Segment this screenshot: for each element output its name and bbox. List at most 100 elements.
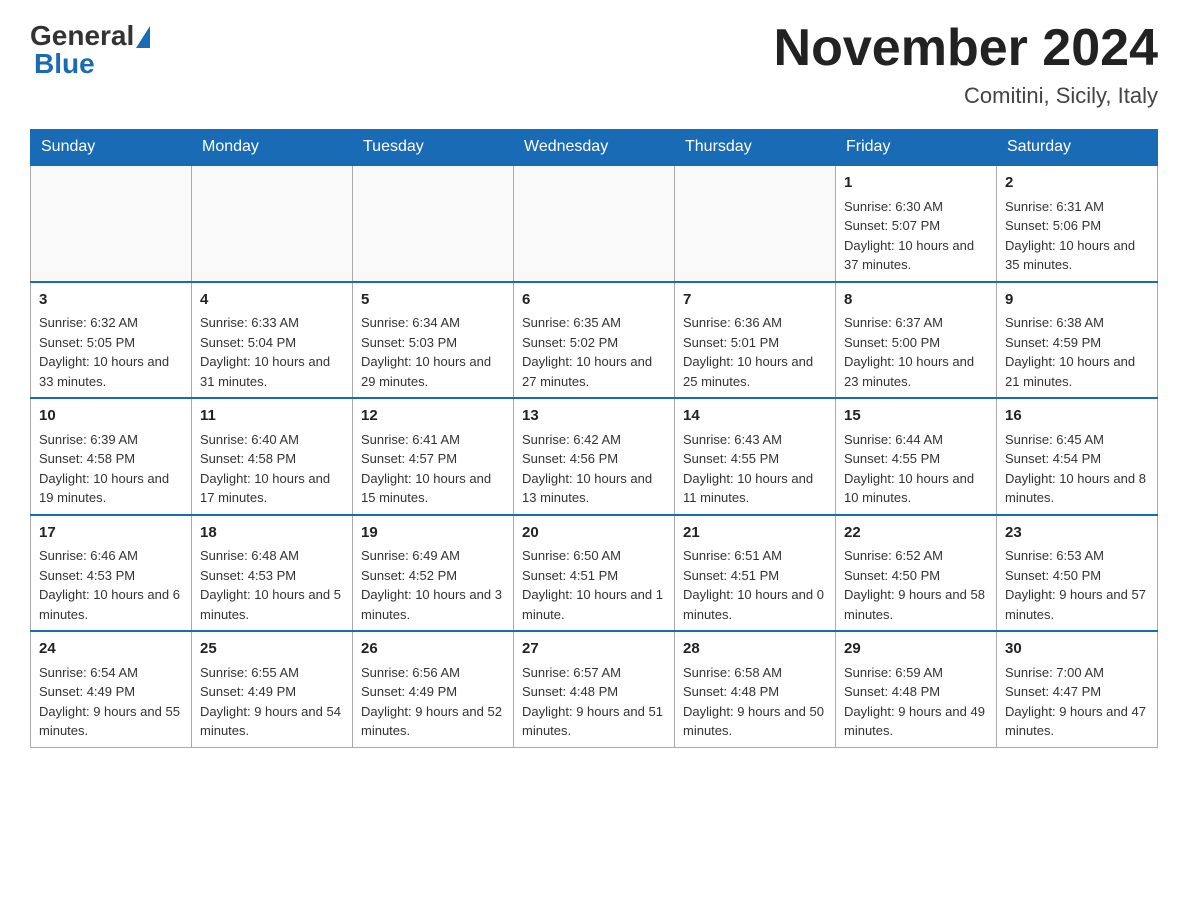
day-info-line: Sunrise: 6:50 AM: [522, 546, 666, 566]
calendar-day-cell: 12Sunrise: 6:41 AMSunset: 4:57 PMDayligh…: [353, 398, 514, 515]
day-number: 1: [844, 172, 988, 195]
day-info-line: Daylight: 9 hours and 55 minutes.: [39, 702, 183, 741]
weekday-header-tuesday: Tuesday: [353, 130, 514, 166]
day-number: 13: [522, 405, 666, 428]
calendar-header-row: SundayMondayTuesdayWednesdayThursdayFrid…: [31, 130, 1158, 166]
calendar-week-row: 10Sunrise: 6:39 AMSunset: 4:58 PMDayligh…: [31, 398, 1158, 515]
day-info-line: Sunrise: 6:55 AM: [200, 663, 344, 683]
day-number: 12: [361, 405, 505, 428]
day-number: 2: [1005, 172, 1149, 195]
calendar-day-cell: 26Sunrise: 6:56 AMSunset: 4:49 PMDayligh…: [353, 631, 514, 747]
day-info-line: Sunrise: 6:32 AM: [39, 313, 183, 333]
day-info-line: Sunset: 4:58 PM: [39, 449, 183, 469]
day-info-line: Sunrise: 6:40 AM: [200, 430, 344, 450]
weekday-header-wednesday: Wednesday: [514, 130, 675, 166]
day-number: 22: [844, 522, 988, 545]
day-info-line: Daylight: 10 hours and 15 minutes.: [361, 469, 505, 508]
calendar-day-cell: 20Sunrise: 6:50 AMSunset: 4:51 PMDayligh…: [514, 515, 675, 632]
day-info-line: Sunset: 4:48 PM: [522, 682, 666, 702]
calendar-day-cell: [514, 165, 675, 282]
day-number: 3: [39, 289, 183, 312]
day-info-line: Sunrise: 6:59 AM: [844, 663, 988, 683]
day-number: 11: [200, 405, 344, 428]
day-info-line: Sunrise: 6:37 AM: [844, 313, 988, 333]
page-header: General Blue November 2024 Comitini, Sic…: [30, 20, 1158, 109]
day-info-line: Daylight: 10 hours and 8 minutes.: [1005, 469, 1149, 508]
weekday-header-sunday: Sunday: [31, 130, 192, 166]
day-info-line: Daylight: 10 hours and 35 minutes.: [1005, 236, 1149, 275]
day-info-line: Daylight: 10 hours and 23 minutes.: [844, 352, 988, 391]
calendar-day-cell: 10Sunrise: 6:39 AMSunset: 4:58 PMDayligh…: [31, 398, 192, 515]
day-info-line: Sunset: 5:02 PM: [522, 333, 666, 353]
calendar-day-cell: [675, 165, 836, 282]
day-info-line: Daylight: 10 hours and 6 minutes.: [39, 585, 183, 624]
calendar-day-cell: 27Sunrise: 6:57 AMSunset: 4:48 PMDayligh…: [514, 631, 675, 747]
day-number: 27: [522, 638, 666, 661]
day-info-line: Daylight: 10 hours and 33 minutes.: [39, 352, 183, 391]
day-info-line: Sunset: 4:51 PM: [683, 566, 827, 586]
day-info-line: Daylight: 10 hours and 29 minutes.: [361, 352, 505, 391]
calendar-day-cell: 15Sunrise: 6:44 AMSunset: 4:55 PMDayligh…: [836, 398, 997, 515]
calendar-day-cell: 13Sunrise: 6:42 AMSunset: 4:56 PMDayligh…: [514, 398, 675, 515]
day-info-line: Daylight: 9 hours and 49 minutes.: [844, 702, 988, 741]
day-info-line: Daylight: 10 hours and 5 minutes.: [200, 585, 344, 624]
day-number: 17: [39, 522, 183, 545]
day-info-line: Daylight: 10 hours and 10 minutes.: [844, 469, 988, 508]
day-info-line: Sunrise: 6:46 AM: [39, 546, 183, 566]
weekday-header-friday: Friday: [836, 130, 997, 166]
day-number: 26: [361, 638, 505, 661]
day-info-line: Sunset: 5:04 PM: [200, 333, 344, 353]
day-info-line: Sunrise: 6:44 AM: [844, 430, 988, 450]
day-number: 16: [1005, 405, 1149, 428]
day-number: 7: [683, 289, 827, 312]
day-number: 4: [200, 289, 344, 312]
calendar-day-cell: 25Sunrise: 6:55 AMSunset: 4:49 PMDayligh…: [192, 631, 353, 747]
calendar-day-cell: 5Sunrise: 6:34 AMSunset: 5:03 PMDaylight…: [353, 282, 514, 399]
day-info-line: Sunrise: 6:49 AM: [361, 546, 505, 566]
day-info-line: Sunset: 4:59 PM: [1005, 333, 1149, 353]
day-info-line: Daylight: 10 hours and 27 minutes.: [522, 352, 666, 391]
calendar-day-cell: 2Sunrise: 6:31 AMSunset: 5:06 PMDaylight…: [997, 165, 1158, 282]
day-info-line: Sunset: 5:07 PM: [844, 216, 988, 236]
calendar-day-cell: 21Sunrise: 6:51 AMSunset: 4:51 PMDayligh…: [675, 515, 836, 632]
day-number: 15: [844, 405, 988, 428]
day-number: 8: [844, 289, 988, 312]
day-info-line: Sunrise: 6:52 AM: [844, 546, 988, 566]
logo-triangle-icon: [136, 26, 150, 48]
calendar-day-cell: 30Sunrise: 7:00 AMSunset: 4:47 PMDayligh…: [997, 631, 1158, 747]
day-info-line: Daylight: 10 hours and 1 minute.: [522, 585, 666, 624]
calendar-day-cell: 28Sunrise: 6:58 AMSunset: 4:48 PMDayligh…: [675, 631, 836, 747]
day-number: 19: [361, 522, 505, 545]
weekday-header-monday: Monday: [192, 130, 353, 166]
day-number: 23: [1005, 522, 1149, 545]
day-info-line: Daylight: 10 hours and 11 minutes.: [683, 469, 827, 508]
calendar-day-cell: 6Sunrise: 6:35 AMSunset: 5:02 PMDaylight…: [514, 282, 675, 399]
day-info-line: Sunset: 4:53 PM: [39, 566, 183, 586]
weekday-header-saturday: Saturday: [997, 130, 1158, 166]
weekday-header-thursday: Thursday: [675, 130, 836, 166]
day-info-line: Sunrise: 6:53 AM: [1005, 546, 1149, 566]
day-info-line: Sunset: 4:51 PM: [522, 566, 666, 586]
day-info-line: Sunrise: 6:31 AM: [1005, 197, 1149, 217]
calendar-day-cell: 19Sunrise: 6:49 AMSunset: 4:52 PMDayligh…: [353, 515, 514, 632]
day-info-line: Sunset: 4:58 PM: [200, 449, 344, 469]
day-info-line: Sunrise: 7:00 AM: [1005, 663, 1149, 683]
calendar-day-cell: 16Sunrise: 6:45 AMSunset: 4:54 PMDayligh…: [997, 398, 1158, 515]
day-info-line: Daylight: 10 hours and 37 minutes.: [844, 236, 988, 275]
day-info-line: Daylight: 10 hours and 0 minutes.: [683, 585, 827, 624]
day-number: 21: [683, 522, 827, 545]
day-info-line: Sunset: 4:47 PM: [1005, 682, 1149, 702]
day-number: 5: [361, 289, 505, 312]
calendar-day-cell: 11Sunrise: 6:40 AMSunset: 4:58 PMDayligh…: [192, 398, 353, 515]
day-info-line: Daylight: 9 hours and 54 minutes.: [200, 702, 344, 741]
calendar-day-cell: 8Sunrise: 6:37 AMSunset: 5:00 PMDaylight…: [836, 282, 997, 399]
day-info-line: Sunrise: 6:42 AM: [522, 430, 666, 450]
day-info-line: Daylight: 10 hours and 25 minutes.: [683, 352, 827, 391]
day-number: 9: [1005, 289, 1149, 312]
calendar-day-cell: 14Sunrise: 6:43 AMSunset: 4:55 PMDayligh…: [675, 398, 836, 515]
calendar-day-cell: 23Sunrise: 6:53 AMSunset: 4:50 PMDayligh…: [997, 515, 1158, 632]
day-info-line: Daylight: 10 hours and 31 minutes.: [200, 352, 344, 391]
calendar-table: SundayMondayTuesdayWednesdayThursdayFrid…: [30, 129, 1158, 748]
day-info-line: Daylight: 10 hours and 13 minutes.: [522, 469, 666, 508]
day-number: 30: [1005, 638, 1149, 661]
